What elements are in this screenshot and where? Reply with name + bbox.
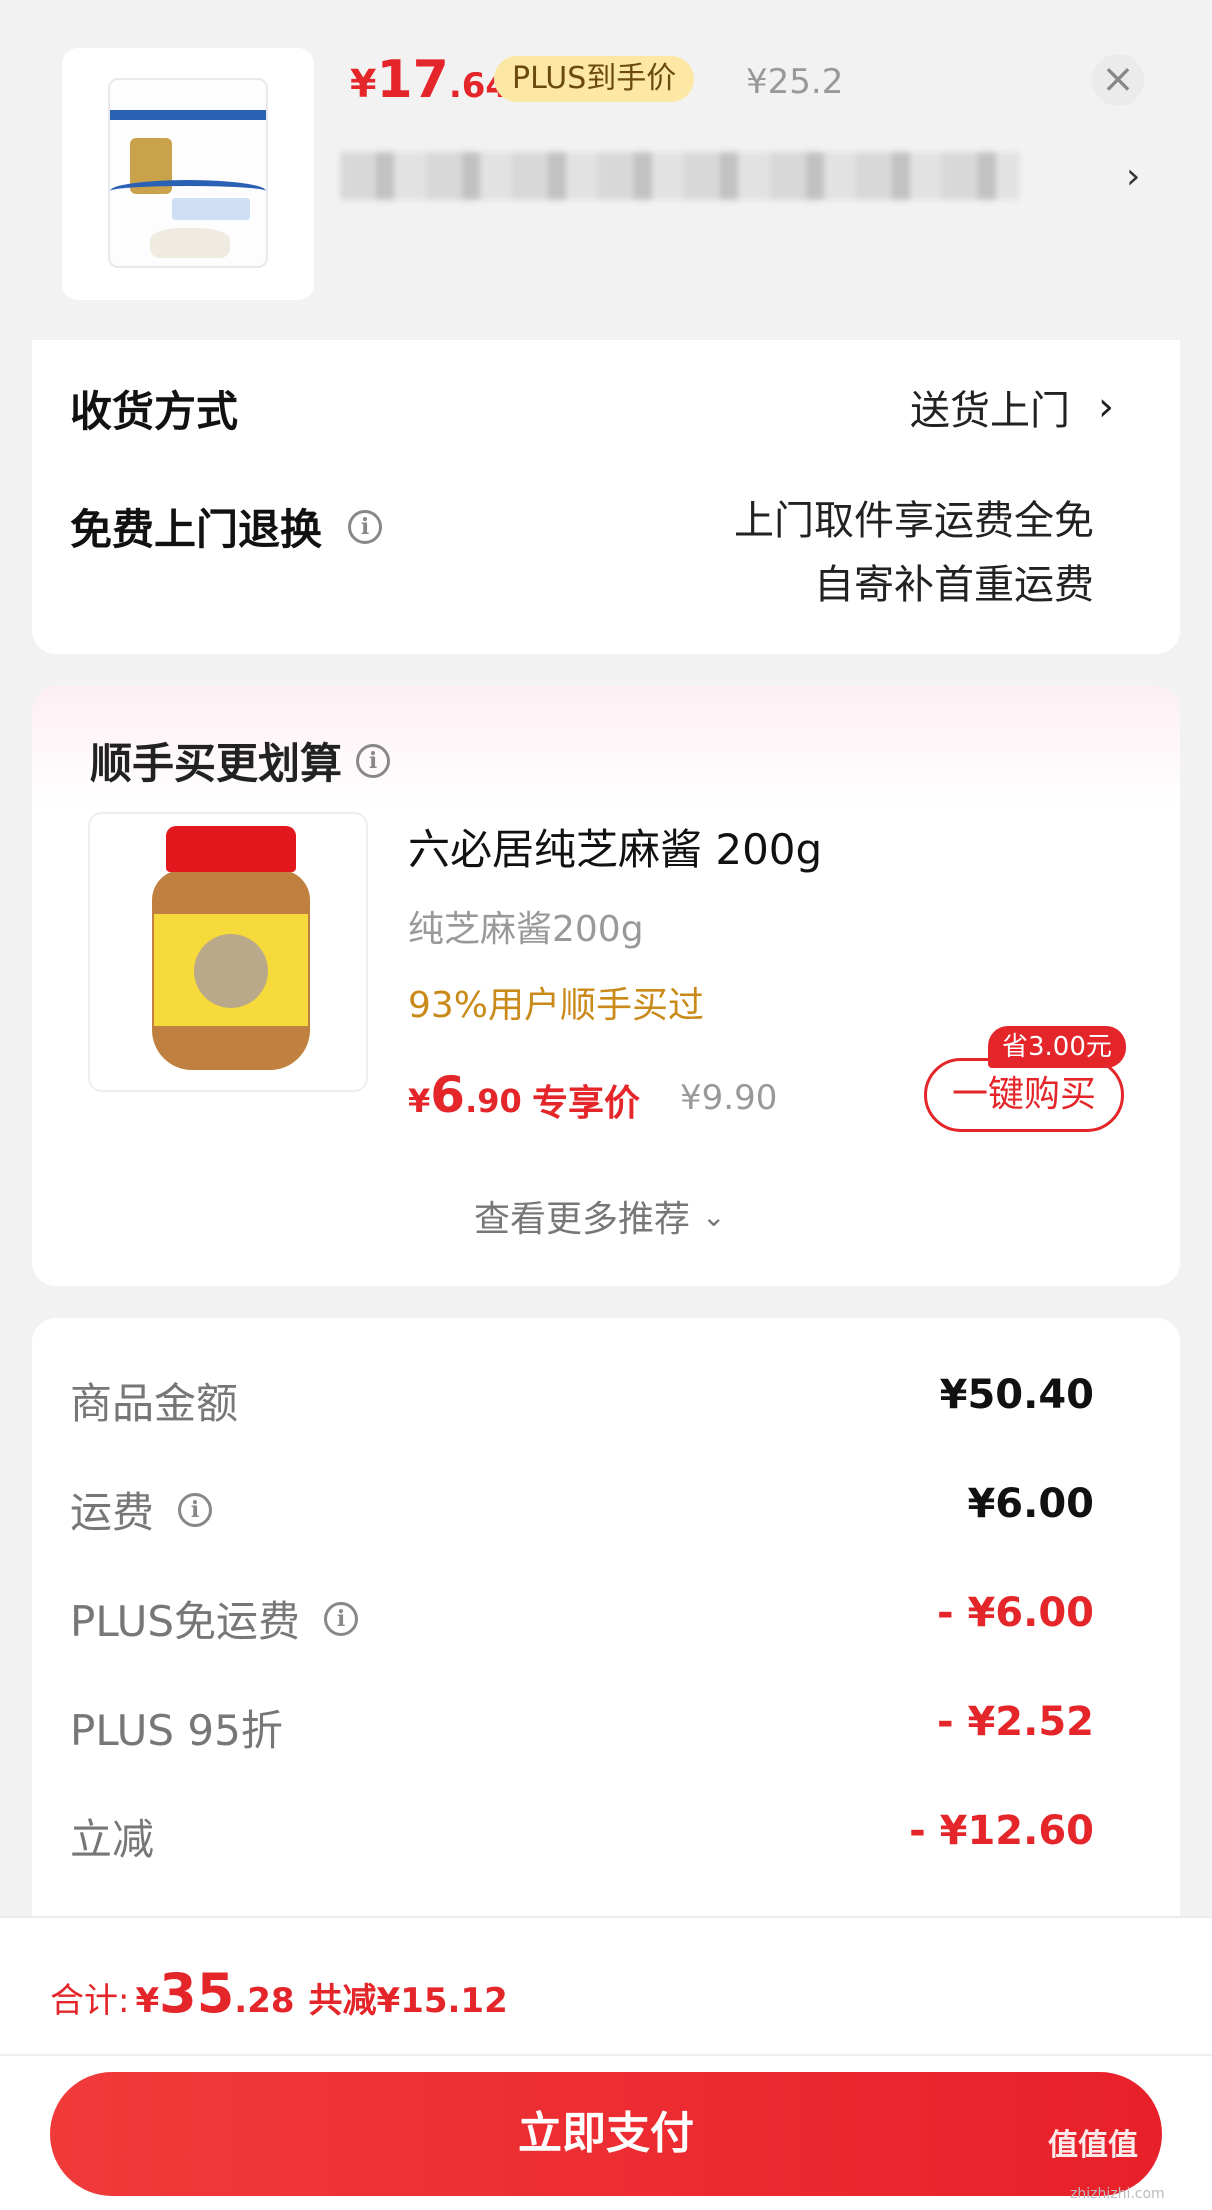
chevron-right-icon: › — [1098, 384, 1114, 430]
info-icon[interactable]: i — [324, 1601, 359, 1636]
more-recommendations-link[interactable]: 查看更多推荐 ⌄ — [474, 1190, 725, 1242]
fee-row: PLUS免运费 i — [70, 1588, 359, 1649]
fee-value: ¥6.00 — [967, 1481, 1094, 1527]
fee-value: - ¥2.52 — [936, 1699, 1094, 1745]
divider — [0, 2054, 1212, 2056]
fee-label: 商品金额 — [70, 1379, 239, 1428]
flour-bag-image — [108, 78, 268, 268]
fee-value: - ¥12.60 — [909, 1808, 1094, 1854]
addon-price-tag: 专享价 — [532, 1083, 641, 1124]
total-label: 合计: — [50, 1981, 130, 2021]
save-badge: 省3.00元 — [988, 1026, 1126, 1068]
free-return-line1: 上门取件享运费全免 — [734, 498, 1094, 544]
watermark-url: zhizhizhi.com — [1070, 2186, 1165, 2202]
addon-title: 顺手买更划算 — [90, 739, 343, 788]
total-symbol: ¥ — [135, 1981, 160, 2021]
chevron-right-icon[interactable]: › — [1126, 156, 1140, 197]
info-icon[interactable]: i — [356, 743, 391, 778]
free-return-row: 免费上门退换 i — [70, 496, 383, 557]
close-icon[interactable]: × — [1092, 54, 1144, 106]
addon-original-price: ¥9.90 — [680, 1078, 778, 1118]
total-saved: 共减¥15.12 — [308, 1981, 508, 2021]
fee-value: - ¥6.00 — [936, 1590, 1094, 1636]
plus-price: ¥ 17 .64 — [350, 50, 509, 110]
addon-product-name[interactable]: 六必居纯芝麻酱 200g — [408, 816, 822, 877]
price-integer: 6 — [430, 1066, 466, 1124]
more-recommendations-label: 查看更多推荐 — [474, 1199, 691, 1240]
fee-row: PLUS 95折 — [70, 1697, 283, 1758]
total-integer: 35 — [159, 1962, 235, 2025]
addon-price: ¥ 6 .90 — [408, 1066, 522, 1124]
fee-row: 立减 — [70, 1806, 154, 1867]
original-price: ¥25.2 — [746, 62, 844, 102]
order-total: 合计: ¥ 35 .28 共减¥15.12 — [50, 1962, 508, 2025]
fee-label: PLUS免运费 — [70, 1597, 301, 1646]
info-icon[interactable]: i — [348, 509, 383, 544]
info-icon[interactable]: i — [178, 1492, 213, 1527]
delivery-method-value: 送货上门 — [910, 388, 1070, 434]
fee-value: ¥50.40 — [939, 1372, 1094, 1418]
fee-label: 立减 — [70, 1815, 155, 1864]
plus-price-badge: PLUS到手价 — [494, 56, 695, 102]
one-click-buy-button[interactable]: 一键购买 — [924, 1058, 1124, 1132]
product-thumbnail[interactable] — [62, 48, 314, 300]
watermark-logo: 值值值 — [1048, 2128, 1138, 2163]
fee-label: PLUS 95折 — [70, 1706, 283, 1755]
fee-row: 运费 i — [70, 1479, 213, 1540]
free-return-label: 免费上门退换 — [70, 505, 323, 554]
price-symbol: ¥ — [408, 1082, 431, 1120]
delivery-method-label: 收货方式 — [70, 387, 239, 436]
addon-header: 顺手买更划算 i — [90, 730, 391, 791]
total-decimal: .28 — [234, 1981, 295, 2021]
free-return-line2: 自寄补首重运费 — [814, 562, 1094, 608]
fee-row: 商品金额 — [70, 1370, 238, 1431]
pay-now-button[interactable]: 立即支付 — [50, 2072, 1162, 2196]
fee-label: 运费 — [70, 1488, 155, 1537]
price-symbol: ¥ — [350, 62, 377, 106]
price-decimal: .90 — [465, 1082, 522, 1120]
chevron-down-icon: ⌄ — [702, 1199, 726, 1233]
addon-product-thumbnail[interactable] — [88, 812, 368, 1092]
addon-product-spec: 纯芝麻酱200g — [408, 909, 644, 950]
price-integer: 17 — [376, 50, 449, 110]
delivery-method-selector[interactable]: 送货上门 › — [910, 378, 1114, 436]
product-title-blurred[interactable] — [340, 152, 1020, 200]
addon-bought-rate: 93%用户顺手买过 — [408, 985, 705, 1026]
